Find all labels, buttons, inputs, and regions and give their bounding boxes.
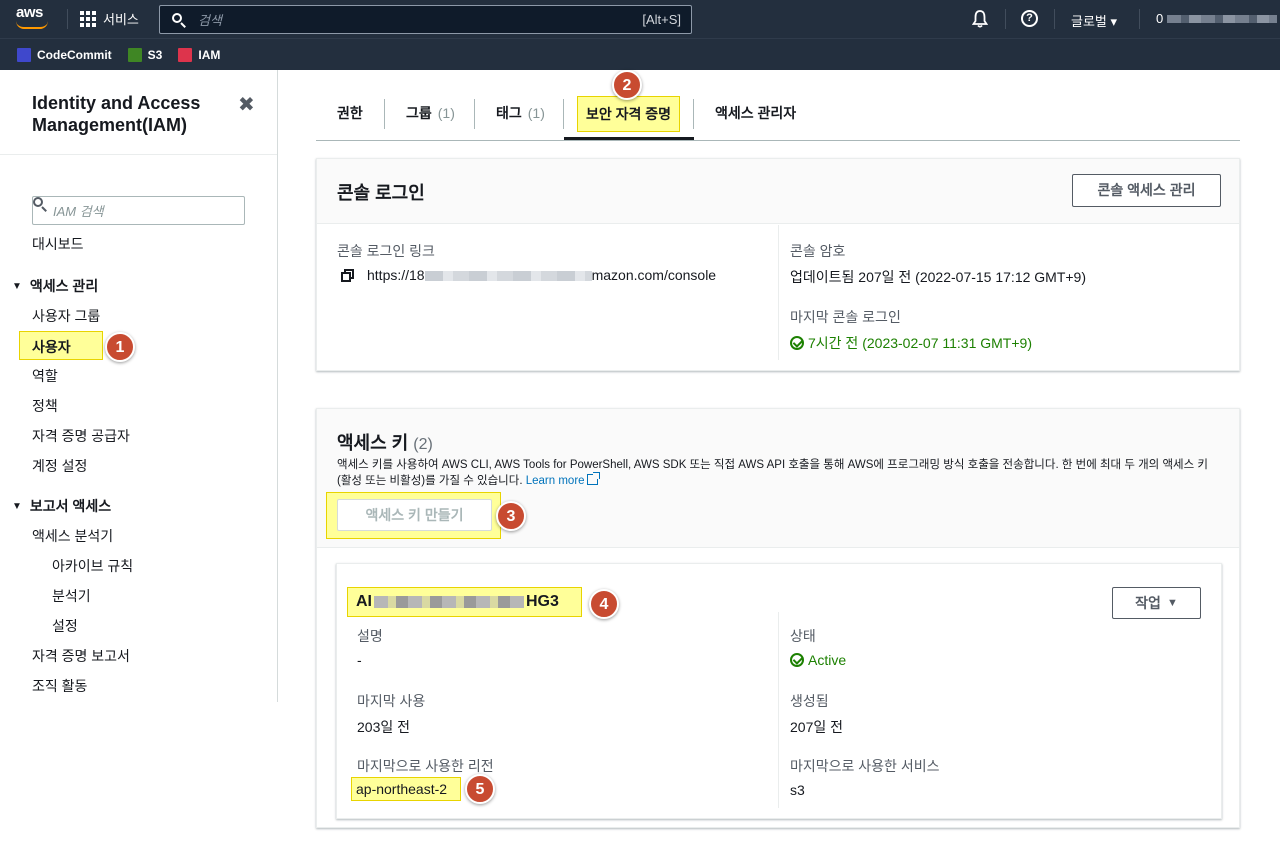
check-circle-icon (790, 653, 804, 667)
column-divider (778, 612, 779, 808)
global-search-input[interactable]: 검색 [Alt+S] (159, 5, 692, 34)
sidebar-item-policies[interactable]: 정책 (32, 396, 58, 416)
sidebar-item-roles[interactable]: 역할 (32, 366, 58, 386)
nav-divider (67, 9, 68, 29)
last-used-region-value: ap-northeast-2 (351, 777, 461, 801)
tab-security-credentials[interactable]: 보안 자격 증명 (576, 96, 681, 132)
annotation-badge-1: 1 (105, 332, 135, 362)
triangle-down-icon: ▼ (12, 280, 22, 292)
console-login-link[interactable]: https://18 mazon.com/console (367, 267, 716, 283)
side-navigation: Identity and Access Management(IAM) ✖ IA… (0, 70, 278, 702)
sidebar-item-organization-activity[interactable]: 조직 활동 (32, 676, 87, 696)
sidebar-item-analyzers[interactable]: 분석기 (52, 586, 91, 606)
sidebar-item-credential-report[interactable]: 자격 증명 보고서 (32, 646, 130, 666)
annotation-badge-5: 5 (465, 774, 495, 804)
iam-search-input[interactable]: IAM 검색 (32, 196, 245, 225)
nav-divider (1005, 9, 1006, 29)
nav-divider (1139, 9, 1140, 29)
redacted-account-id (1167, 14, 1278, 23)
iam-icon (178, 47, 193, 62)
manage-console-access-button[interactable]: 콘솔 액세스 관리 (1072, 174, 1221, 207)
active-tab-indicator (564, 137, 694, 140)
actions-dropdown-button[interactable]: 작업 ▼ (1112, 587, 1201, 619)
tab-divider (693, 99, 694, 129)
tab-divider (474, 99, 475, 129)
last-console-login-label: 마지막 콘솔 로그인 (790, 309, 901, 325)
favorites-bar: CodeCommit S3 IAM (0, 38, 1280, 70)
last-used-service-value: s3 (790, 782, 805, 798)
last-used-label: 마지막 사용 (357, 693, 426, 709)
tab-divider (384, 99, 385, 129)
access-key-id: AI HG3 (347, 587, 582, 617)
favorite-s3[interactable]: S3 (127, 47, 162, 62)
status-badge: Active (790, 652, 846, 668)
s3-icon (127, 47, 142, 62)
favorite-codecommit[interactable]: CodeCommit (17, 47, 112, 62)
copy-icon[interactable] (341, 269, 355, 283)
annotation-badge-4: 4 (589, 589, 619, 619)
redacted-account-id (424, 271, 592, 282)
sidebar-item-identity-providers[interactable]: 자격 증명 공급자 (32, 426, 130, 446)
sidebar-section-access-reports[interactable]: ▼ 보고서 액세스 (12, 496, 111, 516)
description-label: 설명 (357, 628, 383, 644)
services-menu-button[interactable]: 서비스 (80, 9, 139, 28)
sidebar-item-access-analyzer[interactable]: 액세스 분석기 (32, 526, 113, 546)
tab-access-advisor[interactable]: 액세스 관리자 (715, 93, 796, 133)
access-keys-description: 액세스 키를 사용하여 AWS CLI, AWS Tools for Power… (337, 459, 1208, 487)
account-menu[interactable]: 0 (1156, 11, 1278, 26)
aws-logo-smile-icon (16, 21, 48, 29)
external-link-icon (586, 472, 600, 485)
redacted-key-id (374, 596, 524, 608)
close-icon[interactable]: ✖ (238, 92, 255, 117)
sidebar-item-account-settings[interactable]: 계정 설정 (32, 456, 87, 476)
nav-divider (1054, 9, 1055, 29)
last-console-login-value: 7시간 전 (2023-02-07 11:31 GMT+9) (790, 333, 1032, 353)
console-login-link-label: 콘솔 로그인 링크 (337, 243, 435, 259)
console-login-panel: 콘솔 로그인 콘솔 액세스 관리 콘솔 로그인 링크 https://18 maz… (316, 158, 1240, 371)
triangle-down-icon: ▼ (12, 500, 22, 512)
sidebar-item-users[interactable]: 사용자 (19, 331, 103, 360)
check-circle-icon (790, 336, 804, 350)
tab-divider (563, 99, 564, 129)
top-navigation-bar: aws 서비스 검색 [Alt+S] ? 글로벌 ▾ 0 (0, 0, 1280, 38)
last-used-value: 203일 전 (357, 719, 411, 735)
tab-permissions[interactable]: 권한 (337, 93, 363, 133)
sidebar-item-dashboard[interactable]: 대시보드 (32, 234, 84, 254)
console-login-title: 콘솔 로그인 (337, 183, 425, 203)
console-password-label: 콘솔 암호 (790, 243, 846, 259)
bell-icon[interactable] (971, 10, 989, 28)
tab-groups[interactable]: 그룹 (1) (406, 93, 455, 133)
learn-more-link[interactable]: Learn more (526, 472, 600, 487)
favorite-iam[interactable]: IAM (178, 47, 220, 62)
sidebar-item-settings[interactable]: 설정 (52, 616, 78, 636)
console-password-value: 업데이트됨 207일 전 (2022-07-15 17:12 GMT+9) (790, 269, 1087, 285)
sidebar-title: Identity and Access Management(IAM) (32, 93, 201, 135)
created-label: 생성됨 (790, 693, 829, 709)
search-icon (172, 12, 186, 28)
sidebar-divider (0, 154, 277, 155)
codecommit-icon (17, 47, 31, 62)
region-selector[interactable]: 글로벌 ▾ (1071, 11, 1117, 30)
annotation-badge-3: 3 (496, 501, 526, 531)
created-value: 207일 전 (790, 719, 844, 735)
grid-icon (80, 10, 96, 27)
access-keys-title: 액세스 키 (2) (337, 433, 433, 453)
tab-tags[interactable]: 태그 (1) (496, 93, 545, 133)
sidebar-section-access-management[interactable]: ▼ 액세스 관리 (12, 276, 98, 296)
help-icon[interactable]: ? (1021, 10, 1038, 27)
aws-logo[interactable]: aws (16, 5, 50, 30)
last-used-region-label: 마지막으로 사용한 리전 (357, 758, 494, 774)
create-access-key-button[interactable]: 액세스 키 만들기 (337, 499, 492, 531)
annotation-badge-2: 2 (612, 70, 642, 100)
last-used-service-label: 마지막으로 사용한 서비스 (790, 758, 940, 774)
sidebar-item-archive-rules[interactable]: 아카이브 규칙 (52, 556, 133, 576)
description-value: - (357, 652, 362, 668)
caret-down-icon: ▼ (1166, 597, 1178, 609)
sidebar-item-user-groups[interactable]: 사용자 그룹 (32, 306, 100, 326)
status-label: 상태 (790, 628, 816, 644)
column-divider (778, 225, 779, 360)
user-details-tabs: 권한 그룹 (1) 태그 (1) 보안 자격 증명 액세스 관리자 (316, 93, 1240, 141)
